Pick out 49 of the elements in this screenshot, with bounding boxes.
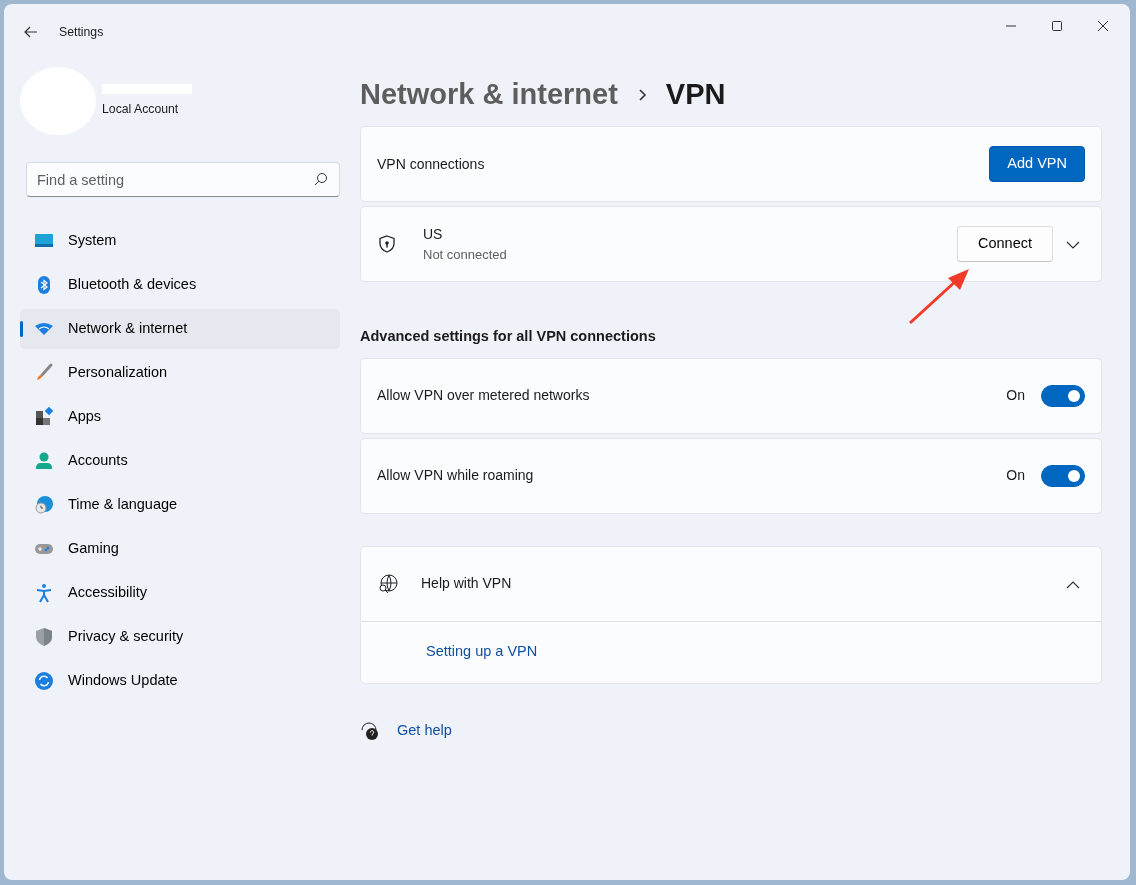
chevron-right-icon bbox=[637, 88, 648, 102]
sidebar-item[interactable]: Network & internet bbox=[20, 309, 340, 349]
sidebar-item[interactable]: System bbox=[20, 221, 340, 261]
back-arrow-icon[interactable] bbox=[24, 26, 38, 38]
page-title: VPN bbox=[665, 77, 726, 113]
setting-label: Allow VPN while roaming bbox=[377, 466, 534, 486]
search-icon bbox=[314, 172, 328, 186]
maximize-icon bbox=[1052, 21, 1062, 31]
shield-icon bbox=[34, 627, 54, 647]
sidebar-item[interactable]: Time & language bbox=[20, 485, 340, 525]
search-field[interactable]: Find a setting bbox=[26, 162, 340, 197]
connect-button[interactable]: Connect bbox=[957, 226, 1053, 262]
toggle-switch[interactable] bbox=[1041, 464, 1085, 487]
add-vpn-button[interactable]: Add VPN bbox=[989, 146, 1085, 182]
globe-clock-icon bbox=[34, 495, 54, 515]
help-link[interactable]: Setting up a VPN bbox=[426, 641, 538, 664]
toggle-switch[interactable] bbox=[1041, 384, 1085, 407]
sidebar-item[interactable]: Gaming bbox=[20, 529, 340, 569]
sidebar-item[interactable]: Windows Update bbox=[20, 661, 340, 701]
sidebar-item[interactable]: Accounts bbox=[20, 441, 340, 481]
setting-label: VPN connections bbox=[377, 154, 485, 174]
close-icon bbox=[1098, 21, 1108, 31]
sidebar-item[interactable]: Bluetooth & devices bbox=[20, 265, 340, 305]
person-icon bbox=[34, 451, 54, 471]
sidebar-item[interactable]: Privacy & security bbox=[20, 617, 340, 657]
globe-search-icon bbox=[377, 572, 401, 595]
connection-status: Not connected bbox=[423, 245, 507, 264]
window-title: Settings bbox=[59, 23, 104, 41]
accessibility-icon bbox=[34, 583, 54, 603]
help-title: Help with VPN bbox=[421, 574, 512, 594]
sidebar-item[interactable]: Accessibility bbox=[20, 573, 340, 613]
sidebar-item[interactable]: Apps bbox=[20, 397, 340, 437]
help-chat-icon bbox=[360, 720, 380, 741]
chevron-down-icon bbox=[1066, 239, 1080, 250]
annotation-arrow bbox=[907, 267, 971, 327]
sync-icon bbox=[34, 671, 54, 691]
shield-lock-icon bbox=[377, 234, 397, 254]
chevron-up-icon bbox=[1066, 579, 1080, 590]
sidebar-item[interactable]: Personalization bbox=[20, 353, 340, 393]
apps-icon bbox=[34, 407, 54, 427]
section-heading: Advanced settings for all VPN connections bbox=[360, 327, 657, 346]
breadcrumb-link[interactable]: Network & internet bbox=[360, 73, 618, 117]
toggle-state: On bbox=[1006, 386, 1025, 406]
get-help-link[interactable]: Get help bbox=[397, 719, 452, 742]
toggle-state: On bbox=[1006, 466, 1025, 486]
account-type: Local Account bbox=[102, 100, 180, 118]
paintbrush-icon bbox=[34, 363, 54, 383]
connection-name: US bbox=[423, 224, 444, 244]
setting-label: Allow VPN over metered networks bbox=[377, 386, 590, 406]
